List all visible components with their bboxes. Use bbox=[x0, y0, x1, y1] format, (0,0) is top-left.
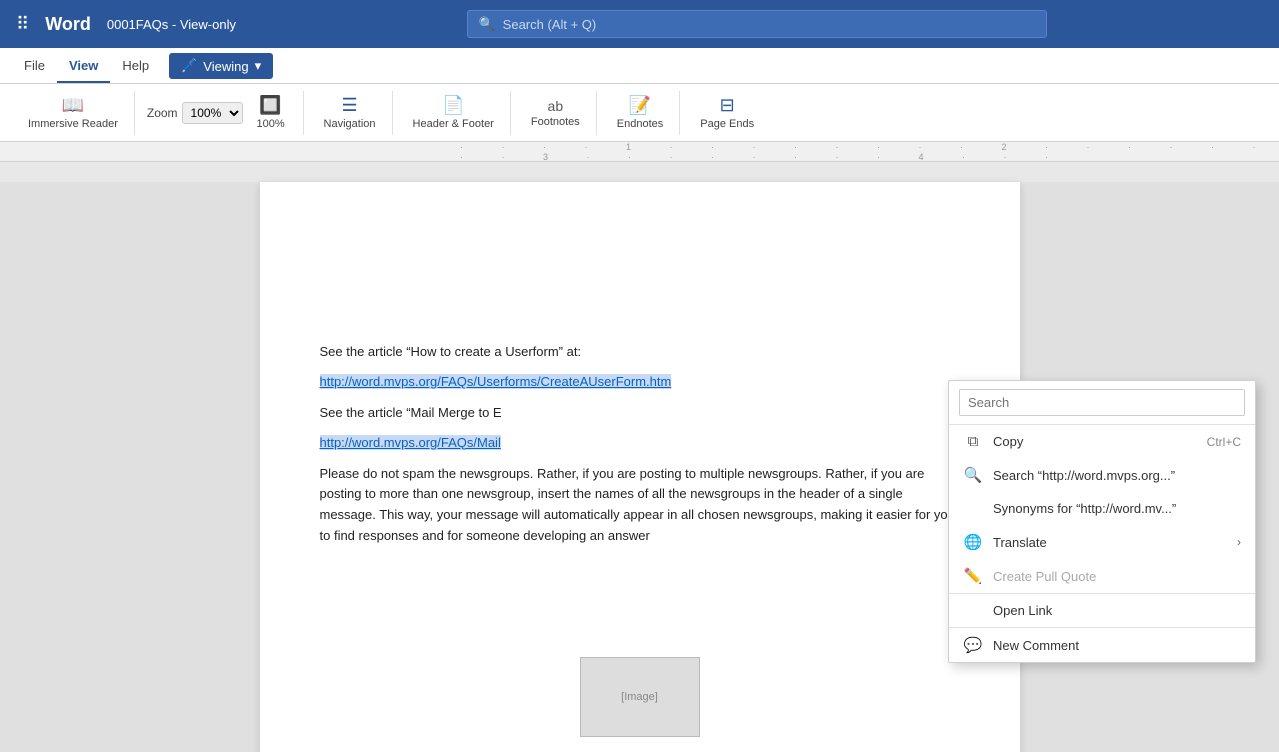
tab-file[interactable]: File bbox=[12, 52, 57, 83]
open-link-icon: · bbox=[963, 602, 983, 619]
pull-quote-icon: ✏️ bbox=[963, 567, 983, 585]
ctx-synonyms-item[interactable]: · Synonyms for “http://word.mv...” bbox=[949, 492, 1255, 525]
footnotes-button[interactable]: ab Footnotes bbox=[523, 94, 588, 132]
context-menu: ⧉ Copy Ctrl+C 🔍 Search “http://word.mvps… bbox=[948, 380, 1256, 663]
tab-help[interactable]: Help bbox=[110, 52, 161, 83]
ctx-synonyms-label: Synonyms for “http://word.mv...” bbox=[993, 501, 1241, 516]
endnotes-icon: 📝 bbox=[629, 95, 651, 116]
viewing-button[interactable]: 🖊️ Viewing ▾ bbox=[169, 53, 273, 79]
tab-view[interactable]: View bbox=[57, 52, 110, 83]
immersive-reader-button[interactable]: 📖 Immersive Reader bbox=[20, 91, 126, 134]
ribbon-tabs: File View Help 🖊️ Viewing ▾ bbox=[0, 48, 1279, 84]
doc-line1: See the article “How to create a Userfor… bbox=[320, 342, 960, 363]
zoom-100-icon: 🔲 bbox=[259, 95, 281, 116]
global-search-bar[interactable]: 🔍 bbox=[467, 10, 1047, 38]
doc-paragraph: Please do not spam the newsgroups. Rathe… bbox=[320, 464, 960, 547]
ctx-open-link-label: Open Link bbox=[993, 603, 1241, 618]
ctx-open-link-item[interactable]: · Open Link bbox=[949, 593, 1255, 627]
endnotes-group: 📝 Endnotes bbox=[601, 91, 680, 135]
endnotes-button[interactable]: 📝 Endnotes bbox=[609, 91, 671, 134]
ctx-pull-quote-item: ✏️ Create Pull Quote bbox=[949, 559, 1255, 593]
ctx-new-comment-item[interactable]: 💬 New Comment bbox=[949, 627, 1255, 662]
context-search-input[interactable] bbox=[959, 389, 1245, 416]
navigation-group: ☰ Navigation bbox=[308, 91, 393, 135]
header-footer-icon: 📄 bbox=[442, 95, 464, 116]
ctx-search-web-item[interactable]: 🔍 Search “http://word.mvps.org...” bbox=[949, 458, 1255, 492]
viewing-icon: 🖊️ bbox=[181, 58, 197, 74]
header-footer-group: 📄 Header & Footer bbox=[397, 91, 511, 135]
ctx-translate-item[interactable]: 🌐 Translate › bbox=[949, 525, 1255, 559]
chevron-down-icon: ▾ bbox=[255, 58, 262, 74]
ctx-copy-shortcut: Ctrl+C bbox=[1207, 435, 1241, 449]
navigation-button[interactable]: ☰ Navigation bbox=[316, 91, 384, 134]
footnotes-icon: ab bbox=[548, 98, 564, 114]
ctx-translate-label: Translate bbox=[993, 535, 1227, 550]
page-ends-button[interactable]: ⊟ Page Ends bbox=[692, 91, 762, 134]
zoom-100-button[interactable]: 🔲 100% bbox=[247, 91, 295, 134]
copy-icon: ⧉ bbox=[963, 433, 983, 450]
word-logo: Word bbox=[45, 14, 91, 35]
ribbon-toolbar: 📖 Immersive Reader Zoom 100% 75% 125% 15… bbox=[0, 84, 1279, 142]
page-ends-group: ⊟ Page Ends bbox=[684, 91, 770, 135]
immersive-reader-label: Immersive Reader bbox=[28, 118, 118, 130]
new-comment-icon: 💬 bbox=[963, 636, 983, 654]
ctx-pull-quote-label: Create Pull Quote bbox=[993, 569, 1241, 584]
doc-title: 0001FAQs - View-only bbox=[107, 17, 236, 32]
ruler: · · · · 1 · · · · · · · · 2 · · · · · · … bbox=[0, 142, 1279, 162]
title-bar: ⠿ Word 0001FAQs - View-only 🔍 bbox=[0, 0, 1279, 48]
header-footer-button[interactable]: 📄 Header & Footer bbox=[405, 91, 502, 134]
zoom-label: Zoom bbox=[147, 106, 178, 120]
search-web-icon: 🔍 bbox=[963, 466, 983, 484]
search-icon: 🔍 bbox=[478, 16, 494, 32]
waffle-icon[interactable]: ⠿ bbox=[12, 10, 33, 39]
doc-link2[interactable]: http://word.mvps.org/FAQs/Mail bbox=[320, 435, 501, 450]
doc-line2: See the article “Mail Merge to E bbox=[320, 403, 960, 424]
footnotes-group: ab Footnotes bbox=[515, 91, 597, 135]
immersive-reader-icon: 📖 bbox=[62, 95, 84, 116]
document-page: See the article “How to create a Userfor… bbox=[260, 182, 1020, 752]
context-search-box bbox=[949, 381, 1255, 425]
translate-icon: 🌐 bbox=[963, 533, 983, 551]
ctx-new-comment-label: New Comment bbox=[993, 638, 1241, 653]
ctx-search-web-label: Search “http://word.mvps.org...” bbox=[993, 468, 1241, 483]
search-input[interactable] bbox=[503, 17, 1037, 32]
doc-link1[interactable]: http://word.mvps.org/FAQs/Userforms/Crea… bbox=[320, 374, 672, 389]
ctx-copy-label: Copy bbox=[993, 434, 1197, 449]
zoom-select[interactable]: 100% 75% 125% 150% bbox=[182, 102, 243, 124]
ctx-copy-item[interactable]: ⧉ Copy Ctrl+C bbox=[949, 425, 1255, 458]
translate-submenu-arrow: › bbox=[1237, 535, 1241, 549]
immersive-reader-group: 📖 Immersive Reader bbox=[12, 91, 135, 135]
synonyms-icon: · bbox=[963, 500, 983, 517]
navigation-icon: ☰ bbox=[341, 95, 357, 116]
page-ends-icon: ⊟ bbox=[720, 95, 735, 116]
zoom-group: Zoom 100% 75% 125% 150% 🔲 100% bbox=[139, 91, 304, 135]
